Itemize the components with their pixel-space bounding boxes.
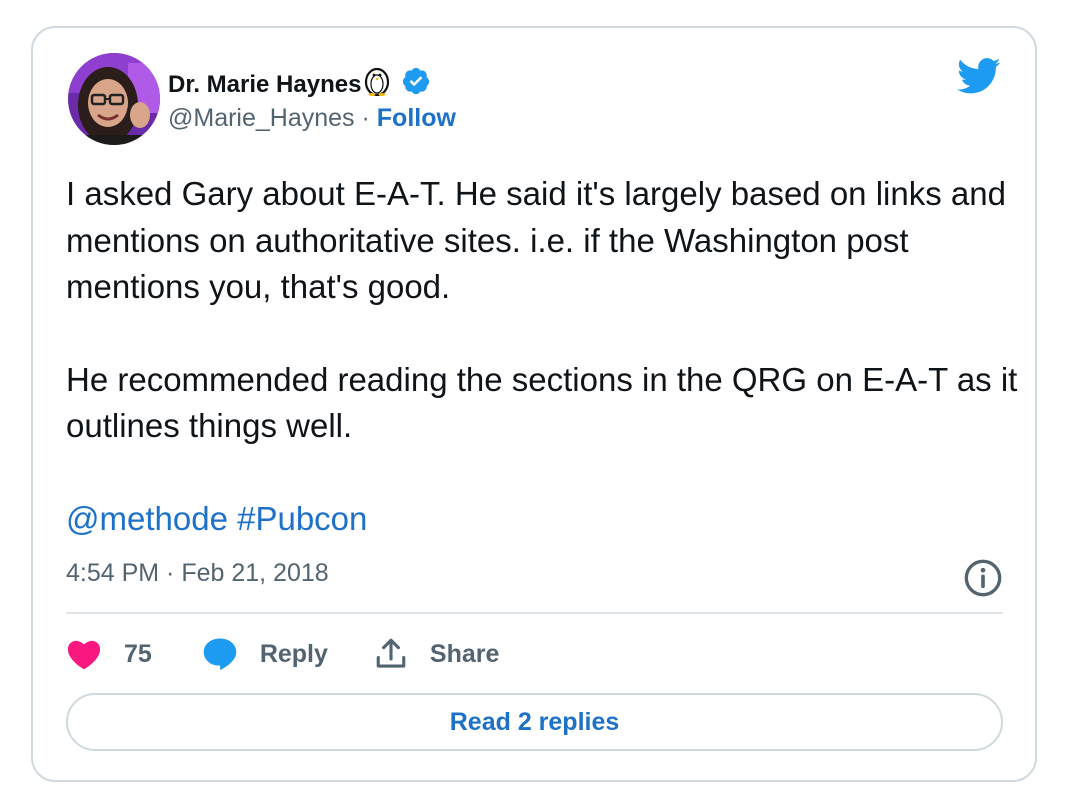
heart-icon [67,640,101,670]
like-button[interactable]: 75 [66,638,152,670]
tweet-timestamp[interactable]: 4:54 PM · Feb 21, 2018 [66,559,329,588]
follow-button[interactable]: Follow [377,104,456,132]
info-icon[interactable] [963,558,1003,603]
author-handle[interactable]: @Marie_Haynes [168,104,355,132]
verified-badge-icon [401,66,431,103]
reply-bubble-icon [203,638,237,671]
reply-label: Reply [259,639,328,668]
read-replies-button[interactable]: Read 2 replies [66,693,1003,751]
share-button[interactable]: Share [374,637,499,671]
share-icon [376,638,406,668]
author-handle-line: @Marie_Haynes · Follow [168,104,456,133]
tweet-tags: @methode #Pubcon [66,496,367,542]
profile-photo [68,53,160,145]
share-label: Share [429,639,500,668]
reply-button[interactable]: Reply [202,637,328,671]
handle-separator: · [354,104,377,132]
mention-link[interactable]: @methode [66,500,228,537]
action-bar: 75 Reply Share [66,632,499,676]
hashtag-link[interactable]: #Pubcon [237,500,367,537]
penguin-icon [363,66,391,103]
twitter-bird-icon[interactable] [957,58,1001,99]
tweet-paragraph-2: He recommended reading the sections in t… [66,360,1018,445]
like-count: 75 [124,639,152,668]
tweet-paragraph-1: I asked Gary about E-A-T. He said it's l… [66,175,1006,305]
author-name-row[interactable]: Dr. Marie Haynes [168,66,431,103]
author-display-name[interactable]: Dr. Marie Haynes [168,71,361,99]
tweet-card: Dr. Marie Haynes @Marie_Haynes · Follow [31,26,1037,782]
tweet-body: I asked Gary about E-A-T. He said it's l… [66,171,1026,450]
avatar[interactable] [68,53,160,145]
divider [66,612,1003,614]
